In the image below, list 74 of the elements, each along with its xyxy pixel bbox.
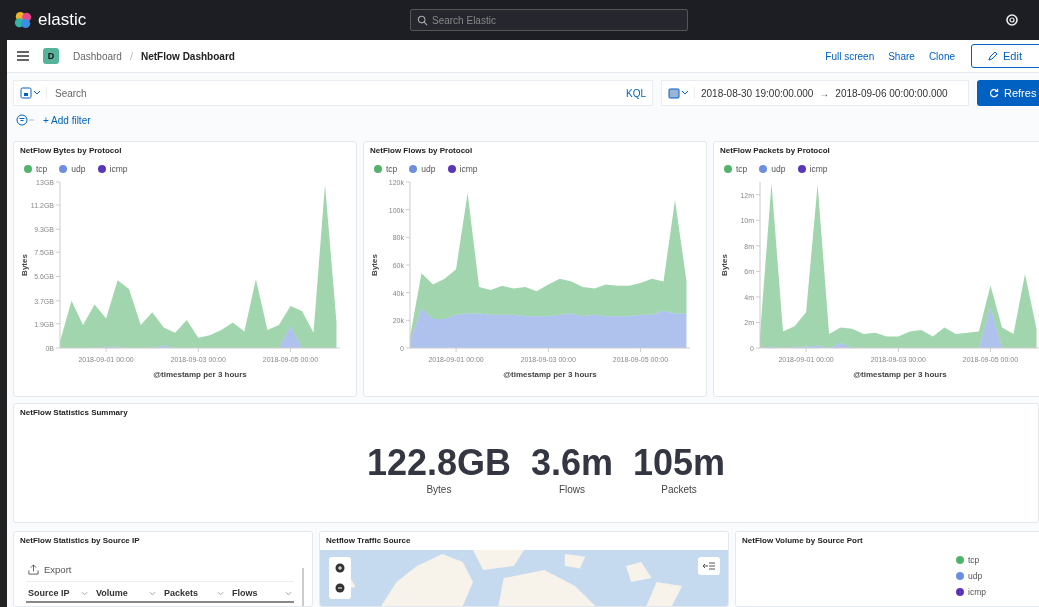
legend-item[interactable]: icmp [797,164,828,174]
logo-text: elastic [38,10,87,30]
time-end[interactable]: 2018-09-06 00:00:00.000 [835,87,948,99]
metric-label: Bytes [426,484,452,495]
panel-title: NetFlow Flows by Protocol [370,146,474,155]
axis-title: Bytes [20,254,29,276]
legend-item[interactable]: tcp [956,555,1039,565]
app-badge: D [43,48,59,64]
panel-title: NetFlow Statistics by Source IP [20,536,141,545]
column-header[interactable]: Packets [164,588,224,598]
breadcrumb[interactable]: NetFlow Dashboard [141,50,235,62]
axis-title: @timestamp per 3 hours [853,370,947,379]
legend-item[interactable]: tcp [724,164,748,174]
legend-item[interactable]: udp [759,164,786,174]
sort-caret-icon [81,590,88,596]
calendar-icon[interactable] [668,87,695,99]
refresh-button[interactable]: Refres [977,80,1039,106]
time-arrow: → [819,87,830,99]
minus-icon [335,583,345,593]
legend-item[interactable]: udp [956,571,1039,581]
logo-icon [14,11,32,29]
legend-item[interactable]: tcp [24,164,48,174]
metric-label: Flows [558,484,586,495]
axis-title: Bytes [370,254,379,276]
export-button[interactable]: Export [28,564,88,575]
axis-title: @timestamp per 3 hours [153,370,247,379]
column-header[interactable]: Flows [232,588,292,598]
metric-value: 3.6m [530,445,614,481]
time-picker[interactable]: 2018-08-30 19:00:00.000 → 2018-09-06 00:00:00.000 [661,80,969,106]
pencil-icon [988,51,999,61]
legend-item[interactable]: tcp [374,164,398,174]
legend-item[interactable]: icmp [97,164,128,174]
sort-caret-icon [285,590,292,596]
filter-icon[interactable] [15,114,37,126]
nav-link[interactable]: Share [888,50,915,62]
sort-caret-icon [217,590,224,596]
search-icon [417,14,428,26]
breadcrumb[interactable]: Dashboard [73,50,122,62]
metric-value: 122.8GB [366,445,511,481]
column-header[interactable]: Source IP [28,588,88,598]
help-icon[interactable] [1006,14,1018,26]
panel-title: Netflow Traffic Source [325,536,412,545]
legend-item[interactable]: udp [409,164,436,174]
axis-title: Bytes [720,254,729,276]
edit-button[interactable]: Edit [971,44,1039,68]
panel-title: NetFlow Bytes by Protocol [20,146,123,155]
metric-value: 105m [633,445,726,481]
time-start[interactable]: 2018-08-30 19:00:00.000 [701,87,814,99]
search-input[interactable]: Search Elastic [432,14,652,26]
nav-link[interactable]: Full screen [825,50,875,62]
plus-icon [335,563,345,573]
breadcrumb-separator: / [129,50,133,62]
query-input[interactable]: Search [53,86,620,100]
sort-caret-icon [149,590,156,596]
refresh-icon [989,88,999,98]
export-icon [28,564,39,575]
panel-title: NetFlow Volume by Source Port [742,536,864,545]
axis-title: @timestamp per 3 hours [503,370,597,379]
legend-item[interactable]: udp [59,164,86,174]
kql-toggle[interactable]: KQL [626,87,646,99]
column-header[interactable]: Volume [96,588,156,598]
menu-icon[interactable] [17,51,29,61]
panel-title: NetFlow Statistics Summary [20,408,129,417]
nav-link[interactable]: Clone [928,50,956,62]
panel-title: NetFlow Packets by Protocol [720,146,831,155]
search-field[interactable]: Search Elastic [410,9,688,31]
legend-item[interactable]: icmp [956,587,1039,597]
add-filter-link[interactable]: + Add filter [43,114,91,126]
list-icon [703,562,715,570]
metric-label: Packets [661,484,697,495]
query-field[interactable]: Search KQL [13,80,653,106]
saved-query-icon[interactable] [20,87,47,99]
legend-item[interactable]: icmp [447,164,478,174]
legend-toggle-button[interactable] [698,557,720,575]
